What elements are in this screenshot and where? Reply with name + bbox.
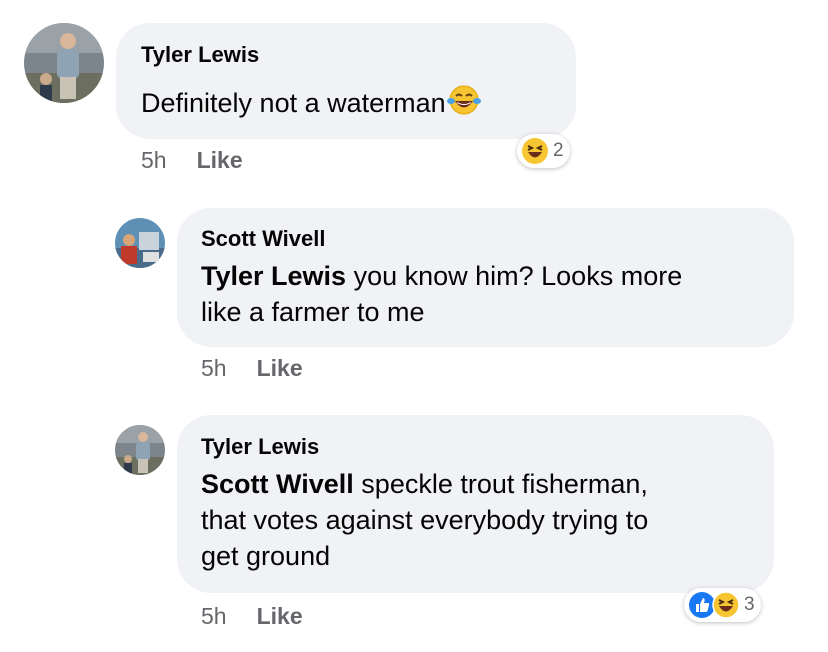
comment-author[interactable]: Scott Wivell — [201, 226, 326, 252]
haha-reaction-icon — [522, 138, 548, 164]
reaction-count: 3 — [744, 594, 755, 615]
reaction-summary[interactable]: 2 — [517, 134, 570, 168]
comment-text-line: Scott Wivell speckle trout fisherman, — [201, 469, 648, 499]
comment-time[interactable]: 5h — [201, 355, 227, 381]
comment-time[interactable]: 5h — [201, 603, 227, 629]
tears-of-joy-emoji-icon — [446, 85, 481, 115]
avatar[interactable] — [24, 23, 104, 103]
comment-text-line: like a farmer to me — [201, 297, 425, 327]
comment-author[interactable]: Tyler Lewis — [201, 434, 319, 460]
comment-meta: 5h Like — [201, 603, 303, 630]
avatar[interactable] — [115, 425, 165, 475]
like-button[interactable]: Like — [257, 355, 303, 381]
mention-link[interactable]: Tyler Lewis — [201, 261, 346, 291]
reaction-summary[interactable]: 3 — [684, 588, 761, 622]
comment-text-line: that votes against everybody trying to — [201, 505, 649, 535]
comment-text-line: Tyler Lewis you know him? Looks more — [201, 261, 683, 291]
comment-text: Tyler Lewis you know him? Looks more lik… — [201, 258, 682, 330]
comment-text-body: Definitely not a waterman — [141, 88, 446, 118]
comment-time[interactable]: 5h — [141, 147, 167, 173]
reaction-count: 2 — [553, 140, 564, 161]
comment-author[interactable]: Tyler Lewis — [141, 42, 259, 68]
comment-text-line: get ground — [201, 541, 331, 571]
comment-text: Scott Wivell speckle trout fisherman, th… — [201, 466, 648, 574]
comment-meta: 5h Like — [201, 355, 303, 382]
like-button[interactable]: Like — [197, 147, 243, 173]
like-button[interactable]: Like — [257, 603, 303, 629]
comment-bubble — [116, 23, 576, 139]
avatar[interactable] — [115, 218, 165, 268]
haha-reaction-icon — [712, 591, 740, 619]
mention-link[interactable]: Scott Wivell — [201, 469, 354, 499]
comment-text: Definitely not a waterman — [141, 84, 482, 121]
comment-meta: 5h Like — [141, 147, 243, 174]
